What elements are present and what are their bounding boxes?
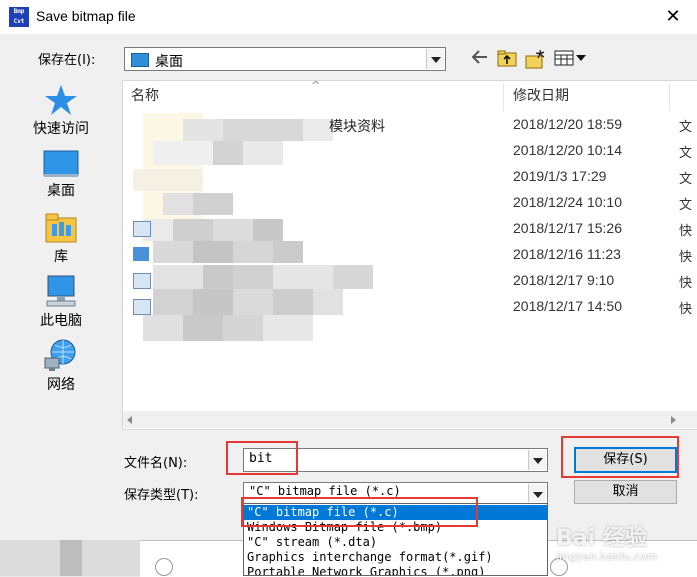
close-icon: ✕ (665, 6, 681, 27)
filetype-options-list[interactable]: "C" bitmap file (*.c) Windows Bitmap fil… (243, 503, 548, 576)
file-row[interactable]: 2018/12/20 10:14 文 (123, 139, 697, 165)
save-button[interactable]: 保存(S) (574, 447, 677, 473)
place-label: 桌面 (47, 183, 75, 199)
file-date: 2018/12/17 9:10 (513, 272, 615, 288)
place-label: 网络 (47, 377, 75, 393)
library-icon (45, 213, 77, 243)
file-date: 2018/12/20 10:14 (513, 142, 622, 158)
file-date: 2018/12/24 10:10 (513, 194, 622, 210)
filetype-option[interactable]: Graphics interchange format(*.gif) (244, 550, 547, 565)
place-libraries[interactable]: 库 (18, 212, 104, 266)
file-type: 文 (679, 120, 693, 135)
file-type: 文 (679, 146, 693, 161)
place-label: 库 (54, 249, 68, 265)
filetype-label: 保存类型(T): (124, 488, 199, 503)
watermark-subtext: jingyan.baidu.com (556, 550, 658, 563)
window-title: Save bitmap file (36, 8, 136, 24)
filename-value: bit (249, 451, 273, 466)
column-separator[interactable] (669, 83, 670, 111)
column-separator[interactable] (503, 83, 504, 111)
title-bar: Bmp Cvt Save bitmap file ✕ (0, 0, 697, 34)
file-row[interactable]: 2018/12/17 15:26 快 (123, 217, 697, 243)
chevron-down-icon[interactable] (528, 450, 546, 470)
file-name: 模块资料 (329, 119, 385, 135)
file-type: 快 (679, 224, 693, 239)
watermark-text: Bai 经验 (556, 526, 647, 551)
close-button[interactable]: ✕ (650, 0, 696, 34)
star-icon (45, 85, 77, 115)
file-date: 2018/12/17 14:50 (513, 298, 622, 314)
app-icon: Bmp Cvt (9, 7, 29, 27)
filetype-dropdown[interactable]: "C" bitmap file (*.c) (243, 482, 548, 504)
file-row[interactable]: 2019/1/3 17:29 文 (123, 165, 697, 191)
desktop-folder-icon (131, 53, 149, 67)
view-menu-icon[interactable] (554, 49, 588, 69)
horizontal-scrollbar[interactable] (123, 411, 697, 428)
chevron-down-icon[interactable] (528, 484, 546, 502)
file-list[interactable]: 名称 ^ 修改日期 模块资料 2018/12/20 18:59 文 2018/1… (122, 80, 697, 430)
place-desktop[interactable]: 桌面 (18, 150, 104, 200)
filetype-value: "C" bitmap file (*.c) (249, 484, 401, 498)
file-row[interactable]: 2018/12/24 10:10 文 (123, 191, 697, 217)
column-header-date[interactable]: 修改日期 (513, 81, 569, 111)
file-row[interactable]: 2018/12/17 9:10 快 (123, 269, 697, 295)
file-row[interactable]: 2018/12/17 14:50 快 (123, 295, 697, 321)
file-date: 2018/12/20 18:59 (513, 116, 622, 132)
back-arrow-icon[interactable] (470, 49, 490, 69)
new-folder-icon[interactable] (524, 49, 548, 69)
file-date: 2018/12/16 11:23 (513, 246, 621, 262)
scroll-left-icon[interactable] (127, 416, 132, 424)
save-in-value: 桌面 (155, 54, 183, 70)
sort-caret-icon: ^ (311, 80, 321, 92)
place-label: 快速访问 (33, 121, 89, 137)
filetype-option[interactable]: "C" bitmap file (*.c) (244, 505, 547, 520)
chevron-down-icon[interactable] (426, 49, 444, 69)
file-date: 2019/1/3 17:29 (513, 168, 607, 184)
save-dialog: Bmp Cvt Save bitmap file ✕ 保存在(I): 桌面 快速… (0, 0, 697, 540)
file-date: 2018/12/17 15:26 (513, 220, 622, 236)
file-row[interactable]: 模块资料 2018/12/20 18:59 文 (123, 113, 697, 139)
file-type: 快 (679, 250, 693, 265)
file-type: 快 (679, 276, 693, 291)
place-network[interactable]: 网络 (18, 338, 104, 394)
file-row[interactable]: 2018/12/16 11:23 快 (123, 243, 697, 269)
file-type: 文 (679, 172, 693, 187)
filetype-option[interactable]: "C" stream (*.dta) (244, 535, 547, 550)
desktop-icon (43, 150, 79, 177)
filetype-option[interactable]: Windows Bitmap file (*.bmp) (244, 520, 547, 535)
column-header-name[interactable]: 名称 (131, 81, 159, 111)
computer-icon (46, 275, 76, 307)
background-circle (155, 558, 173, 576)
network-icon (44, 339, 76, 371)
place-label: 此电脑 (40, 313, 82, 329)
filename-input[interactable]: bit (243, 448, 548, 472)
save-in-dropdown[interactable]: 桌面 (124, 47, 446, 71)
filename-label: 文件名(N): (124, 456, 188, 471)
file-type: 快 (679, 302, 693, 317)
filetype-option[interactable]: Portable Network Graphics (*.png) (244, 565, 547, 575)
place-this-pc[interactable]: 此电脑 (18, 274, 104, 330)
place-quick-access[interactable]: 快速访问 (18, 84, 104, 138)
up-folder-icon[interactable] (496, 49, 518, 69)
scroll-right-icon[interactable] (671, 416, 676, 424)
watermark-logo: Bai 经验 jingyan.baidu.com (556, 520, 658, 563)
cancel-button[interactable]: 取消 (574, 480, 677, 504)
file-type: 文 (679, 198, 693, 213)
save-in-label: 保存在(I): (38, 53, 96, 68)
